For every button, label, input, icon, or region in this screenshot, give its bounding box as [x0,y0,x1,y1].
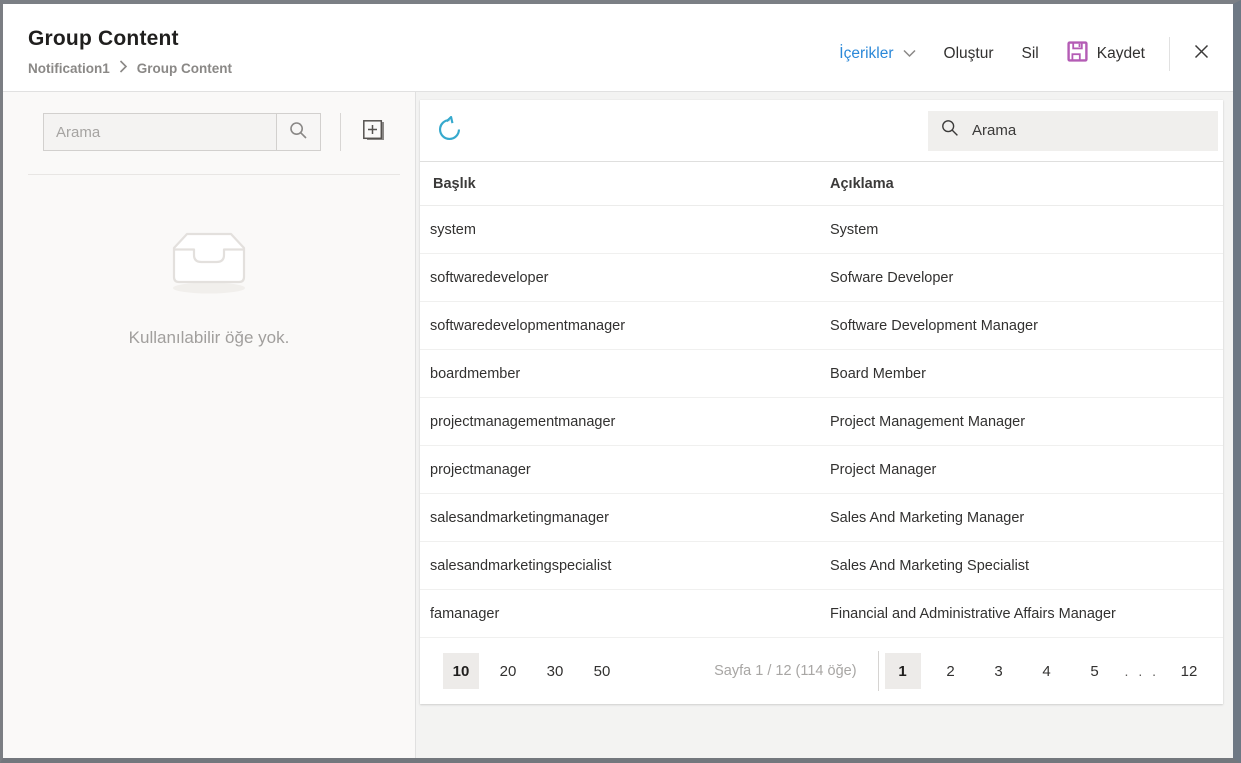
table-row[interactable]: projectmanagementmanager Project Managem… [420,398,1223,446]
left-panel-divider [28,174,400,175]
row-title: projectmanager [430,461,531,478]
save-button-label: Kaydet [1096,45,1145,62]
row-description: System [830,221,879,238]
page-4-button[interactable]: 4 [1029,653,1065,689]
table-row[interactable]: famanager Financial and Administrative A… [420,590,1223,638]
chevron-down-icon [903,45,916,63]
page-12-button[interactable]: 12 [1171,653,1207,689]
breadcrumb-current: Group Content [136,60,232,76]
left-toolbar-divider [340,113,341,151]
row-description: Software Development Manager [830,317,1038,334]
table-row[interactable]: salesandmarketingspecialist Sales And Ma… [420,542,1223,590]
delete-button[interactable]: Sil [1022,45,1039,63]
table-row[interactable]: system System [420,206,1223,254]
header-divider [1169,37,1170,71]
refresh-button[interactable] [436,115,463,146]
column-header-title[interactable]: Başlık [420,176,830,192]
row-description: Board Member [830,365,926,382]
page-size-group: 10 20 30 50 [443,653,620,689]
empty-message: Kullanılabilir öğe yok. [128,328,290,347]
group-content-dialog: Group Content Notification1 Group Conten… [0,0,1241,763]
group-content-panel: Başlık Açıklama system System softwarede… [416,92,1233,758]
refresh-icon [436,115,463,146]
search-icon [941,119,959,142]
row-title: projectmanagementmanager [430,413,616,430]
row-description: Sales And Marketing Specialist [830,557,1030,574]
close-button[interactable] [1194,44,1209,64]
row-title: salesandmarketingmanager [430,509,609,526]
page-3-button[interactable]: 3 [981,653,1017,689]
table-row[interactable]: projectmanager Project Manager [420,446,1223,494]
row-description: Sales And Marketing Manager [830,509,1025,526]
left-search-input[interactable] [44,114,276,150]
available-items-panel: Kullanılabilir öğe yok. [3,92,416,758]
page-title: Group Content [28,27,179,50]
empty-state: Kullanılabilir öğe yok. [3,221,415,348]
row-description: Sofware Developer [830,269,954,286]
contents-menu-button[interactable]: İçerikler [839,45,916,63]
table-row[interactable]: boardmember Board Member [420,350,1223,398]
page-1-button[interactable]: 1 [884,653,921,689]
pagination-info: Sayfa 1 / 12 (114 öğe) [714,663,857,679]
create-button[interactable]: Oluştur [944,45,994,63]
row-title: boardmember [430,365,521,382]
delete-button-label: Sil [1021,45,1039,62]
table-search-box [928,110,1218,151]
row-title: famanager [430,605,500,622]
table-toolbar [420,100,1223,162]
contents-menu-label: İçerikler [839,45,894,62]
page-number-group: 1 2 3 4 5 . . . 12 [884,653,1207,689]
row-title: system [430,221,476,238]
left-search-group [43,113,321,151]
table-search-input[interactable] [970,121,1205,140]
close-icon [1194,44,1209,64]
table-row[interactable]: salesandmarketingmanager Sales And Marke… [420,494,1223,542]
table-row[interactable]: softwaredevelopmentmanager Software Deve… [420,302,1223,350]
search-icon [289,121,308,143]
dialog-header: Group Content Notification1 Group Conten… [3,4,1233,92]
header-actions: İçerikler Oluştur Sil Kaydet [839,37,1209,71]
page-size-50[interactable]: 50 [584,653,620,689]
row-description: Financial and Administrative Affairs Man… [830,605,1116,622]
page-2-button[interactable]: 2 [933,653,969,689]
inbox-tray-icon [151,232,267,305]
pagination-bar: 10 20 30 50 Sayfa 1 / 12 (114 öğe) 1 2 3… [420,638,1223,704]
column-header-description[interactable]: Açıklama [830,176,1223,192]
table-card: Başlık Açıklama system System softwarede… [420,100,1223,704]
page-5-button[interactable]: 5 [1077,653,1113,689]
page-size-10[interactable]: 10 [443,653,479,689]
table-header-row: Başlık Açıklama [420,162,1223,206]
row-title: softwaredeveloper [430,269,549,286]
left-search-button[interactable] [276,114,320,150]
row-description: Project Manager [830,461,937,478]
save-icon [1067,41,1088,67]
page-size-30[interactable]: 30 [537,653,573,689]
breadcrumb: Notification1 Group Content [28,60,232,76]
breadcrumb-parent[interactable]: Notification1 [28,61,110,76]
create-button-label: Oluştur [943,45,994,62]
row-title: softwaredevelopmentmanager [430,317,626,334]
pagination-ellipsis: . . . [1124,663,1159,679]
page-size-20[interactable]: 20 [490,653,526,689]
table-row[interactable]: softwaredeveloper Sofware Developer [420,254,1223,302]
pagination-divider [877,651,879,691]
add-item-button[interactable] [360,117,387,147]
row-description: Project Management Manager [830,413,1026,430]
chevron-right-icon [119,60,128,76]
add-square-icon [360,117,387,147]
row-title: salesandmarketingspecialist [430,557,612,574]
save-button[interactable]: Kaydet [1067,41,1145,67]
